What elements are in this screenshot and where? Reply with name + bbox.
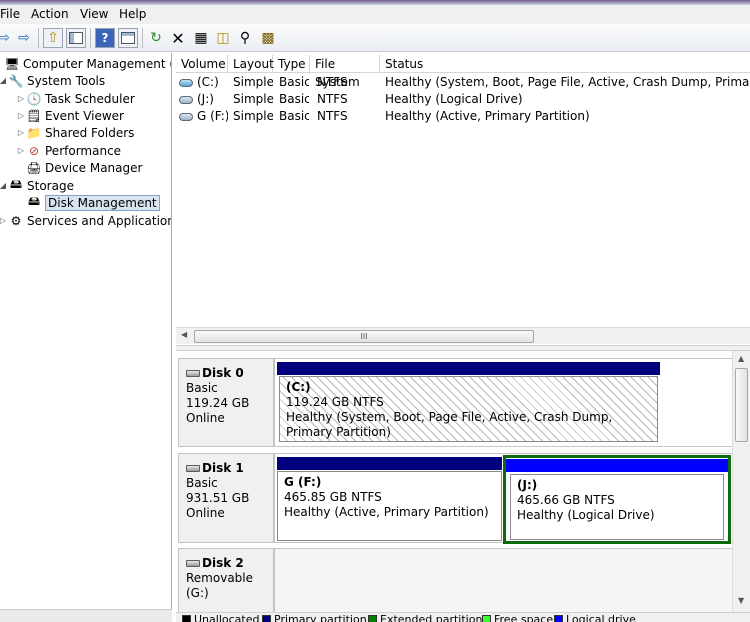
disk-graphical-view: Disk 0 Basic 119.24 GB Online (C:) 119.2… <box>176 351 750 612</box>
disk-1-label[interactable]: Disk 1 Basic 931.51 GB Online <box>178 453 274 543</box>
scroll-thumb[interactable]: III <box>194 330 534 343</box>
expand-arrow-icon[interactable]: ▷ <box>16 94 26 103</box>
show-hide-tree-icon[interactable] <box>66 28 86 48</box>
tree-item-shared-folders[interactable]: ▷ 📁 Shared Folders <box>16 124 134 141</box>
device-manager-icon: 🖨 <box>26 160 42 175</box>
volume-list: Volume Layout Type File System Status (C… <box>176 55 750 345</box>
expand-arrow-icon[interactable]: ▷ <box>16 128 26 137</box>
scroll-up-icon[interactable]: ▲ <box>738 354 744 363</box>
scroll-down-icon[interactable]: ▼ <box>738 596 744 605</box>
legend-unallocated: Unallocated <box>182 614 259 622</box>
toolbar: ⇨ ⇨ ⇧ ? ↻ ✕ ▦ ◫ ⚲ ▩ <box>0 24 750 52</box>
tree-item-disk-management[interactable]: 🖴 Disk Management <box>16 194 160 211</box>
delete-icon[interactable]: ✕ <box>168 28 188 48</box>
scroll-left-icon[interactable]: ◀ <box>181 330 187 339</box>
partition-legend: Unallocated Primary partition Extended p… <box>176 612 750 622</box>
expand-arrow-icon[interactable]: ▷ <box>16 146 26 155</box>
toolbar-separator <box>90 28 91 48</box>
menu-view[interactable]: View <box>80 7 108 21</box>
help-icon[interactable]: ? <box>95 28 115 48</box>
clock-icon: 🕓 <box>26 91 42 106</box>
collapse-arrow-icon[interactable]: ◢ <box>0 181 8 190</box>
event-log-icon: 🗒 <box>26 108 42 123</box>
partition-c[interactable]: (C:) 119.24 GB NTFS Healthy (System, Boo… <box>277 362 660 446</box>
back-arrow-icon[interactable]: ⇨ <box>0 28 14 48</box>
partition-f[interactable]: G (F:) 465.85 GB NTFS Healthy (Active, P… <box>277 457 502 542</box>
disk-2-partitions <box>274 548 738 612</box>
refresh-icon[interactable]: ↻ <box>146 28 166 48</box>
menu-action[interactable]: Action <box>31 7 69 21</box>
tree-item-task-scheduler[interactable]: ▷ 🕓 Task Scheduler <box>16 90 135 107</box>
open-folder-icon[interactable]: ◫ <box>213 28 233 48</box>
properties-icon[interactable]: ▦ <box>191 28 211 48</box>
tree-item-device-manager[interactable]: 🖨 Device Manager <box>16 159 142 176</box>
legend-extended-partition: Extended partition <box>368 614 482 622</box>
partition-j[interactable]: (J:) 465.66 GB NTFS Healthy (Logical Dri… <box>503 455 731 544</box>
column-header-volume[interactable]: Volume <box>176 55 228 73</box>
services-icon: ⚙ <box>10 213 22 228</box>
tree-item-services-and-applications[interactable]: ▷ ⚙ Services and Applications <box>0 212 171 229</box>
toolbar-separator <box>142 28 143 48</box>
tree-horizontal-scrollbar[interactable] <box>0 609 172 622</box>
console-tree: 🖥 Computer Management (Local ◢ 🔧 System … <box>0 53 172 622</box>
disk-1-partitions: G (F:) 465.85 GB NTFS Healthy (Active, P… <box>274 453 738 544</box>
disk-icon <box>186 370 200 377</box>
drive-icon <box>179 78 193 87</box>
disk-icon <box>186 465 200 472</box>
toolbar-separator <box>38 28 39 48</box>
disk-settings-icon[interactable]: ▩ <box>258 28 278 48</box>
menu-file[interactable]: File <box>0 7 20 21</box>
volume-row[interactable]: (J:) Simple Basic NTFS Healthy (Logical … <box>176 91 750 108</box>
menu-bar: File Action View Help <box>0 5 750 24</box>
up-folder-icon[interactable]: ⇧ <box>43 28 63 48</box>
no-entry-icon: ⊘ <box>28 143 40 158</box>
disk-0-partitions: (C:) 119.24 GB NTFS Healthy (System, Boo… <box>274 358 738 447</box>
disk-view-vertical-scrollbar[interactable]: ▲ ▼ <box>732 351 750 612</box>
forward-arrow-icon[interactable]: ⇨ <box>14 28 34 48</box>
logical-drive-bar <box>506 459 728 472</box>
legend-logical-drive: Logical drive <box>554 614 636 622</box>
show-hide-pane-icon[interactable] <box>118 28 138 48</box>
volume-row[interactable]: G (F:) Simple Basic NTFS Healthy (Active… <box>176 108 750 125</box>
volume-row[interactable]: (C:) Simple Basic NTFS Healthy (System, … <box>176 74 750 91</box>
legend-primary-partition: Primary partition <box>262 614 367 622</box>
tree-item-performance[interactable]: ▷ ⊘ Performance <box>16 142 121 159</box>
expand-arrow-icon[interactable]: ▷ <box>0 216 8 225</box>
disk-management-icon: 🖴 <box>27 194 41 208</box>
search-icon[interactable]: ⚲ <box>235 28 255 48</box>
volume-list-header: Volume Layout Type File System Status <box>176 55 750 89</box>
expand-arrow-icon[interactable]: ▷ <box>16 111 26 120</box>
tree-item-event-viewer[interactable]: ▷ 🗒 Event Viewer <box>16 107 124 124</box>
disk-icon <box>186 560 200 567</box>
collapse-arrow-icon[interactable]: ◢ <box>0 76 8 85</box>
tools-icon: 🔧 <box>8 73 24 88</box>
primary-partition-bar <box>277 362 660 375</box>
storage-icon: 🖴 <box>9 177 23 191</box>
column-header-file-system[interactable]: File System <box>310 55 380 89</box>
primary-partition-bar <box>277 457 502 470</box>
column-header-layout[interactable]: Layout <box>228 55 274 73</box>
drive-icon <box>179 95 193 104</box>
menu-help[interactable]: Help <box>119 7 146 21</box>
disk-0-label[interactable]: Disk 0 Basic 119.24 GB Online <box>178 358 274 447</box>
computer-icon: 🖥 <box>4 56 20 71</box>
column-header-status[interactable]: Status <box>380 55 750 73</box>
drive-icon <box>179 112 193 121</box>
column-header-type[interactable]: Type <box>273 55 310 73</box>
shared-folder-icon: 📁 <box>26 125 42 140</box>
tree-item-system-tools[interactable]: ◢ 🔧 System Tools <box>0 72 105 89</box>
disk-2-label[interactable]: Disk 2 Removable (G:) No Media <box>178 548 274 612</box>
tree-item-computer-management[interactable]: 🖥 Computer Management (Local <box>0 55 171 72</box>
volume-list-horizontal-scrollbar[interactable]: ◀ III <box>176 327 750 344</box>
scroll-thumb[interactable] <box>735 368 748 442</box>
legend-free-space: Free space <box>482 614 553 622</box>
